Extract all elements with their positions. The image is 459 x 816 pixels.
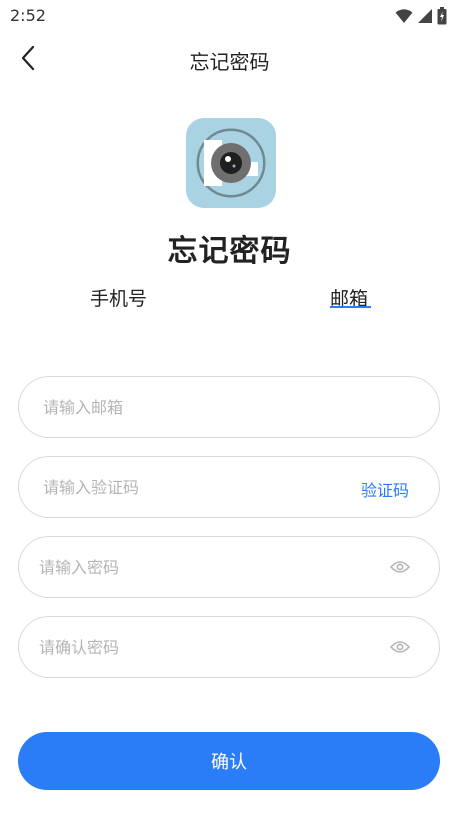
verification-code-input[interactable] — [43, 457, 343, 517]
battery-icon — [437, 7, 447, 25]
get-code-button[interactable]: 验证码 — [361, 477, 409, 501]
app-logo-icon — [186, 118, 276, 208]
signal-icon — [417, 8, 433, 24]
app-bar: 忘记密码 — [0, 36, 459, 82]
confirm-password-visibility-toggle[interactable] — [389, 637, 411, 659]
confirm-password-field-container — [18, 616, 440, 678]
code-field-container: 验证码 — [18, 456, 440, 518]
tab-email[interactable]: 邮箱 — [330, 284, 368, 314]
password-visibility-toggle[interactable] — [389, 557, 411, 579]
active-tab-indicator — [330, 306, 371, 308]
password-input[interactable] — [39, 537, 339, 597]
page-title: 忘记密码 — [167, 234, 292, 269]
confirm-password-input[interactable] — [39, 617, 339, 677]
status-time: 2:52 — [10, 6, 46, 25]
email-input[interactable] — [43, 377, 343, 437]
status-bar: 2:52 — [0, 0, 459, 32]
wifi-icon — [395, 8, 413, 24]
eye-icon — [389, 639, 411, 658]
confirm-button[interactable]: 确认 — [18, 732, 440, 790]
status-icons — [395, 6, 447, 26]
tab-bar: 手机号 邮箱 — [0, 284, 459, 316]
email-field-container — [18, 376, 440, 438]
password-field-container — [18, 536, 440, 598]
eye-icon — [389, 559, 411, 578]
app-bar-title: 忘记密码 — [189, 50, 270, 74]
tab-phone[interactable]: 手机号 — [90, 284, 147, 314]
